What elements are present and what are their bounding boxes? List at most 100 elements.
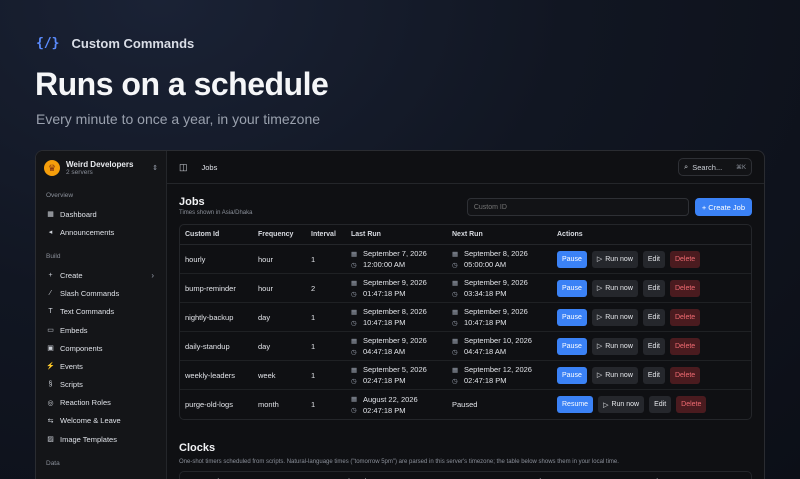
jobs-table: Custom Id Frequency Interval Last Run Next R… [179, 224, 752, 420]
search-shortcut: ⌘K [735, 164, 746, 171]
sidebar-item-welcome-leave[interactable]: ⇆ Welcome & Leave [44, 412, 158, 430]
run-now-button[interactable]: ▷ Run now [591, 250, 638, 268]
resume-button[interactable]: Resume [557, 396, 594, 413]
last-run-time: ◷ 02:47:18 PM [351, 406, 442, 415]
clock-icon: ◷ [452, 261, 458, 269]
sidebar-item-image-templates[interactable]: ▨ Image Templates [44, 430, 158, 448]
next-run-status: Paused [452, 400, 478, 409]
cell-frequency: hour [253, 274, 306, 303]
pause-button[interactable]: Pause [557, 279, 587, 297]
edit-button[interactable]: Edit [649, 396, 672, 413]
clock-icon: ◷ [452, 319, 458, 327]
edit-button[interactable]: Edit [642, 366, 665, 384]
clock-icon: ◷ [452, 290, 458, 298]
workspace-switcher[interactable]: ♛ Weird Developers 2 servers ⇕ [44, 158, 158, 186]
delete-button[interactable]: Delete [669, 308, 701, 326]
next-run-date: ▦ September 9, 2026 [452, 307, 547, 316]
delete-button[interactable]: Delete [669, 366, 701, 384]
run-now-button[interactable]: ▷ Run now [591, 337, 638, 355]
clock-icon: ◷ [351, 261, 357, 269]
column-header: Frequency [253, 225, 306, 245]
sidebar-toggle-icon[interactable]: ◫ [179, 162, 188, 173]
cell-interval: 2 [306, 274, 346, 303]
custom-id-input[interactable] [466, 198, 689, 216]
sidebar-item-text-commands[interactable]: T Text Commands [44, 303, 158, 321]
next-run-date: ▦ September 10, 2026 [452, 336, 547, 345]
cell-last-run: ▦ August 22, 2026 ◷ 02:47:18 PM [346, 390, 447, 419]
sidebar-item-announcements[interactable]: ◂ Announcements [44, 223, 158, 241]
edit-button[interactable]: Edit [642, 308, 665, 326]
edit-button[interactable]: Edit [642, 279, 665, 297]
create-job-button[interactable]: + Create Job [694, 198, 752, 216]
last-run-date: ▦ August 22, 2026 [351, 395, 442, 404]
column-header: Custom Id [180, 472, 320, 479]
sidebar-item-create[interactable]: + Create › [44, 266, 158, 284]
text-icon: T [48, 308, 53, 316]
cell-next-run: ▦ September 8, 2026 ◷ 05:00:00 AM [447, 245, 552, 274]
pause-button[interactable]: Pause [557, 366, 587, 384]
run-now-label: Run now [605, 342, 633, 350]
edit-button[interactable]: Edit [642, 250, 665, 268]
clock-icon: ◷ [452, 348, 458, 356]
sidebar: ♛ Weird Developers 2 servers ⇕ Overview … [36, 151, 167, 479]
last-run-time-text: 04:47:18 AM [363, 347, 406, 356]
pause-button[interactable]: Pause [557, 250, 587, 268]
search-icon: ⌕ [684, 162, 689, 171]
last-run-date-text: September 8, 2026 [363, 307, 427, 316]
clocks-table: Custom IdExecution TimeMetdataActions [179, 471, 752, 479]
run-now-button[interactable]: ▷ Run now [591, 279, 638, 297]
sidebar-item-embeds[interactable]: ▭ Embeds [44, 321, 158, 339]
sidebar-item-label: Announcements [60, 227, 115, 237]
cell-last-run: ▦ September 9, 2026 ◷ 04:47:18 AM [346, 332, 447, 361]
cell-last-run: ▦ September 9, 2026 ◷ 01:47:18 PM [346, 274, 447, 303]
run-now-button[interactable]: ▷ Run now [591, 366, 638, 384]
cell-next-run: ▦ September 9, 2026 ◷ 10:47:18 PM [447, 303, 552, 332]
calendar-icon: ▦ [452, 337, 459, 345]
cell-id: nightly-backup [180, 303, 253, 332]
last-run-date: ▦ September 9, 2026 [351, 278, 442, 287]
column-header: Actions [640, 472, 751, 479]
sidebar-item-scripts[interactable]: § Scripts [44, 376, 158, 394]
column-header: Execution Time [320, 472, 520, 479]
cell-last-run: ▦ September 8, 2026 ◷ 10:47:18 PM [346, 303, 447, 332]
pause-button[interactable]: Pause [557, 308, 587, 326]
sidebar-item-reaction-roles[interactable]: ◎ Reaction Roles [44, 394, 158, 412]
sidebar-item-dashboard[interactable]: ▦ Dashboard [44, 205, 158, 223]
last-run-time: ◷ 12:00:00 AM [351, 260, 442, 269]
brand: {/} Custom Commands [36, 36, 194, 51]
sidebar-item-label: Welcome & Leave [60, 416, 121, 426]
play-icon: ▷ [603, 401, 609, 409]
last-run-datetime: ▦ September 5, 2026 ◷ 02:47:18 PM [351, 365, 442, 385]
search-button[interactable]: ⌕ Search... ⌘K [678, 158, 752, 176]
delete-button[interactable]: Delete [669, 250, 701, 268]
run-now-button[interactable]: ▷ Run now [598, 396, 645, 413]
last-run-datetime: ▦ September 9, 2026 ◷ 04:47:18 AM [351, 336, 442, 356]
delete-button[interactable]: Delete [669, 279, 701, 297]
row-actions: Pause ▷ Run now Edit Delete [557, 366, 746, 384]
cell-actions: Pause ▷ Run now Edit Delete [552, 245, 751, 274]
delete-button[interactable]: Delete [676, 396, 707, 413]
sidebar-item-label: Scripts [60, 380, 83, 390]
delete-button[interactable]: Delete [669, 337, 701, 355]
column-header: Actions [552, 225, 751, 245]
last-run-date-text: September 9, 2026 [363, 278, 427, 287]
sidebar-item-slash-commands[interactable]: ⁄ Slash Commands [44, 285, 158, 303]
table-row: hourly hour 1 ▦ September 7, 2026 ◷ 12:00:00 A… [180, 245, 751, 274]
sidebar-item-components[interactable]: ▣ Components [44, 339, 158, 357]
next-run-time: ◷ 02:47:18 PM [452, 376, 547, 385]
plus-icon: + [48, 271, 53, 279]
last-run-datetime: ▦ September 9, 2026 ◷ 01:47:18 PM [351, 278, 442, 298]
workspace-avatar: ♛ [44, 160, 60, 176]
table-row: weekly-leaders week 1 ▦ September 5, 2026 ◷ 02… [180, 361, 751, 390]
edit-button[interactable]: Edit [642, 337, 665, 355]
play-icon: ▷ [596, 314, 603, 321]
last-run-time-text: 01:47:18 PM [363, 289, 406, 298]
play-icon: ▷ [596, 343, 603, 350]
run-now-button[interactable]: ▷ Run now [591, 308, 638, 326]
column-header: Next Run [447, 225, 552, 245]
last-run-date: ▦ September 8, 2026 [351, 307, 442, 316]
sidebar-item-events[interactable]: ⚡ Events [44, 357, 158, 375]
row-actions: Pause ▷ Run now Edit Delete [557, 279, 746, 297]
next-run-time-text: 02:47:18 PM [464, 376, 507, 385]
pause-button[interactable]: Pause [557, 337, 587, 355]
